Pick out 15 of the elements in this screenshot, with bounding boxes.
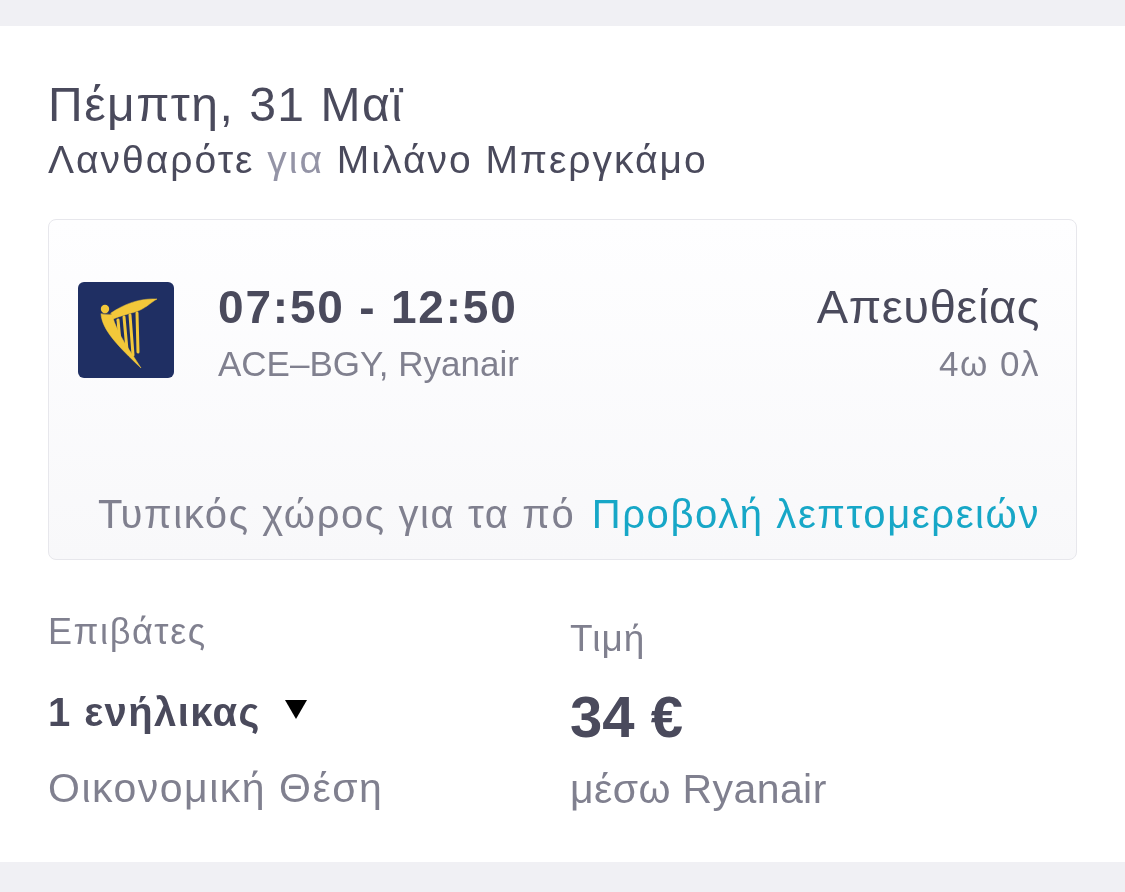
passengers-label: Επιβάτες	[48, 611, 207, 653]
price-amount: 34 €	[570, 685, 683, 749]
stops-text: Απευθείας	[816, 280, 1040, 334]
route-subtitle: Λανθαρότε για Μιλάνο Μπεργκάμο	[48, 137, 708, 183]
cabin-class-text: Οικονομική Θέση	[48, 764, 384, 812]
passenger-dropdown[interactable]: 1 ενήλικας	[48, 689, 307, 735]
winged-harp-logo-icon	[78, 282, 174, 378]
price-via-text: μέσω Ryanair	[570, 765, 827, 813]
caret-icon	[284, 699, 307, 719]
baggage-note: Τυπικός χώρος για τα πό	[98, 491, 576, 537]
flight-times: 07:50 - 12:50	[218, 280, 519, 334]
duration-text: 4ω 0λ	[939, 344, 1040, 384]
date-title: Πέμπτη, 31 Μαϊ	[48, 77, 404, 133]
route-airline-text: ACE–BGY, Ryanair	[218, 344, 519, 384]
price-label: Τιμή	[570, 618, 646, 660]
